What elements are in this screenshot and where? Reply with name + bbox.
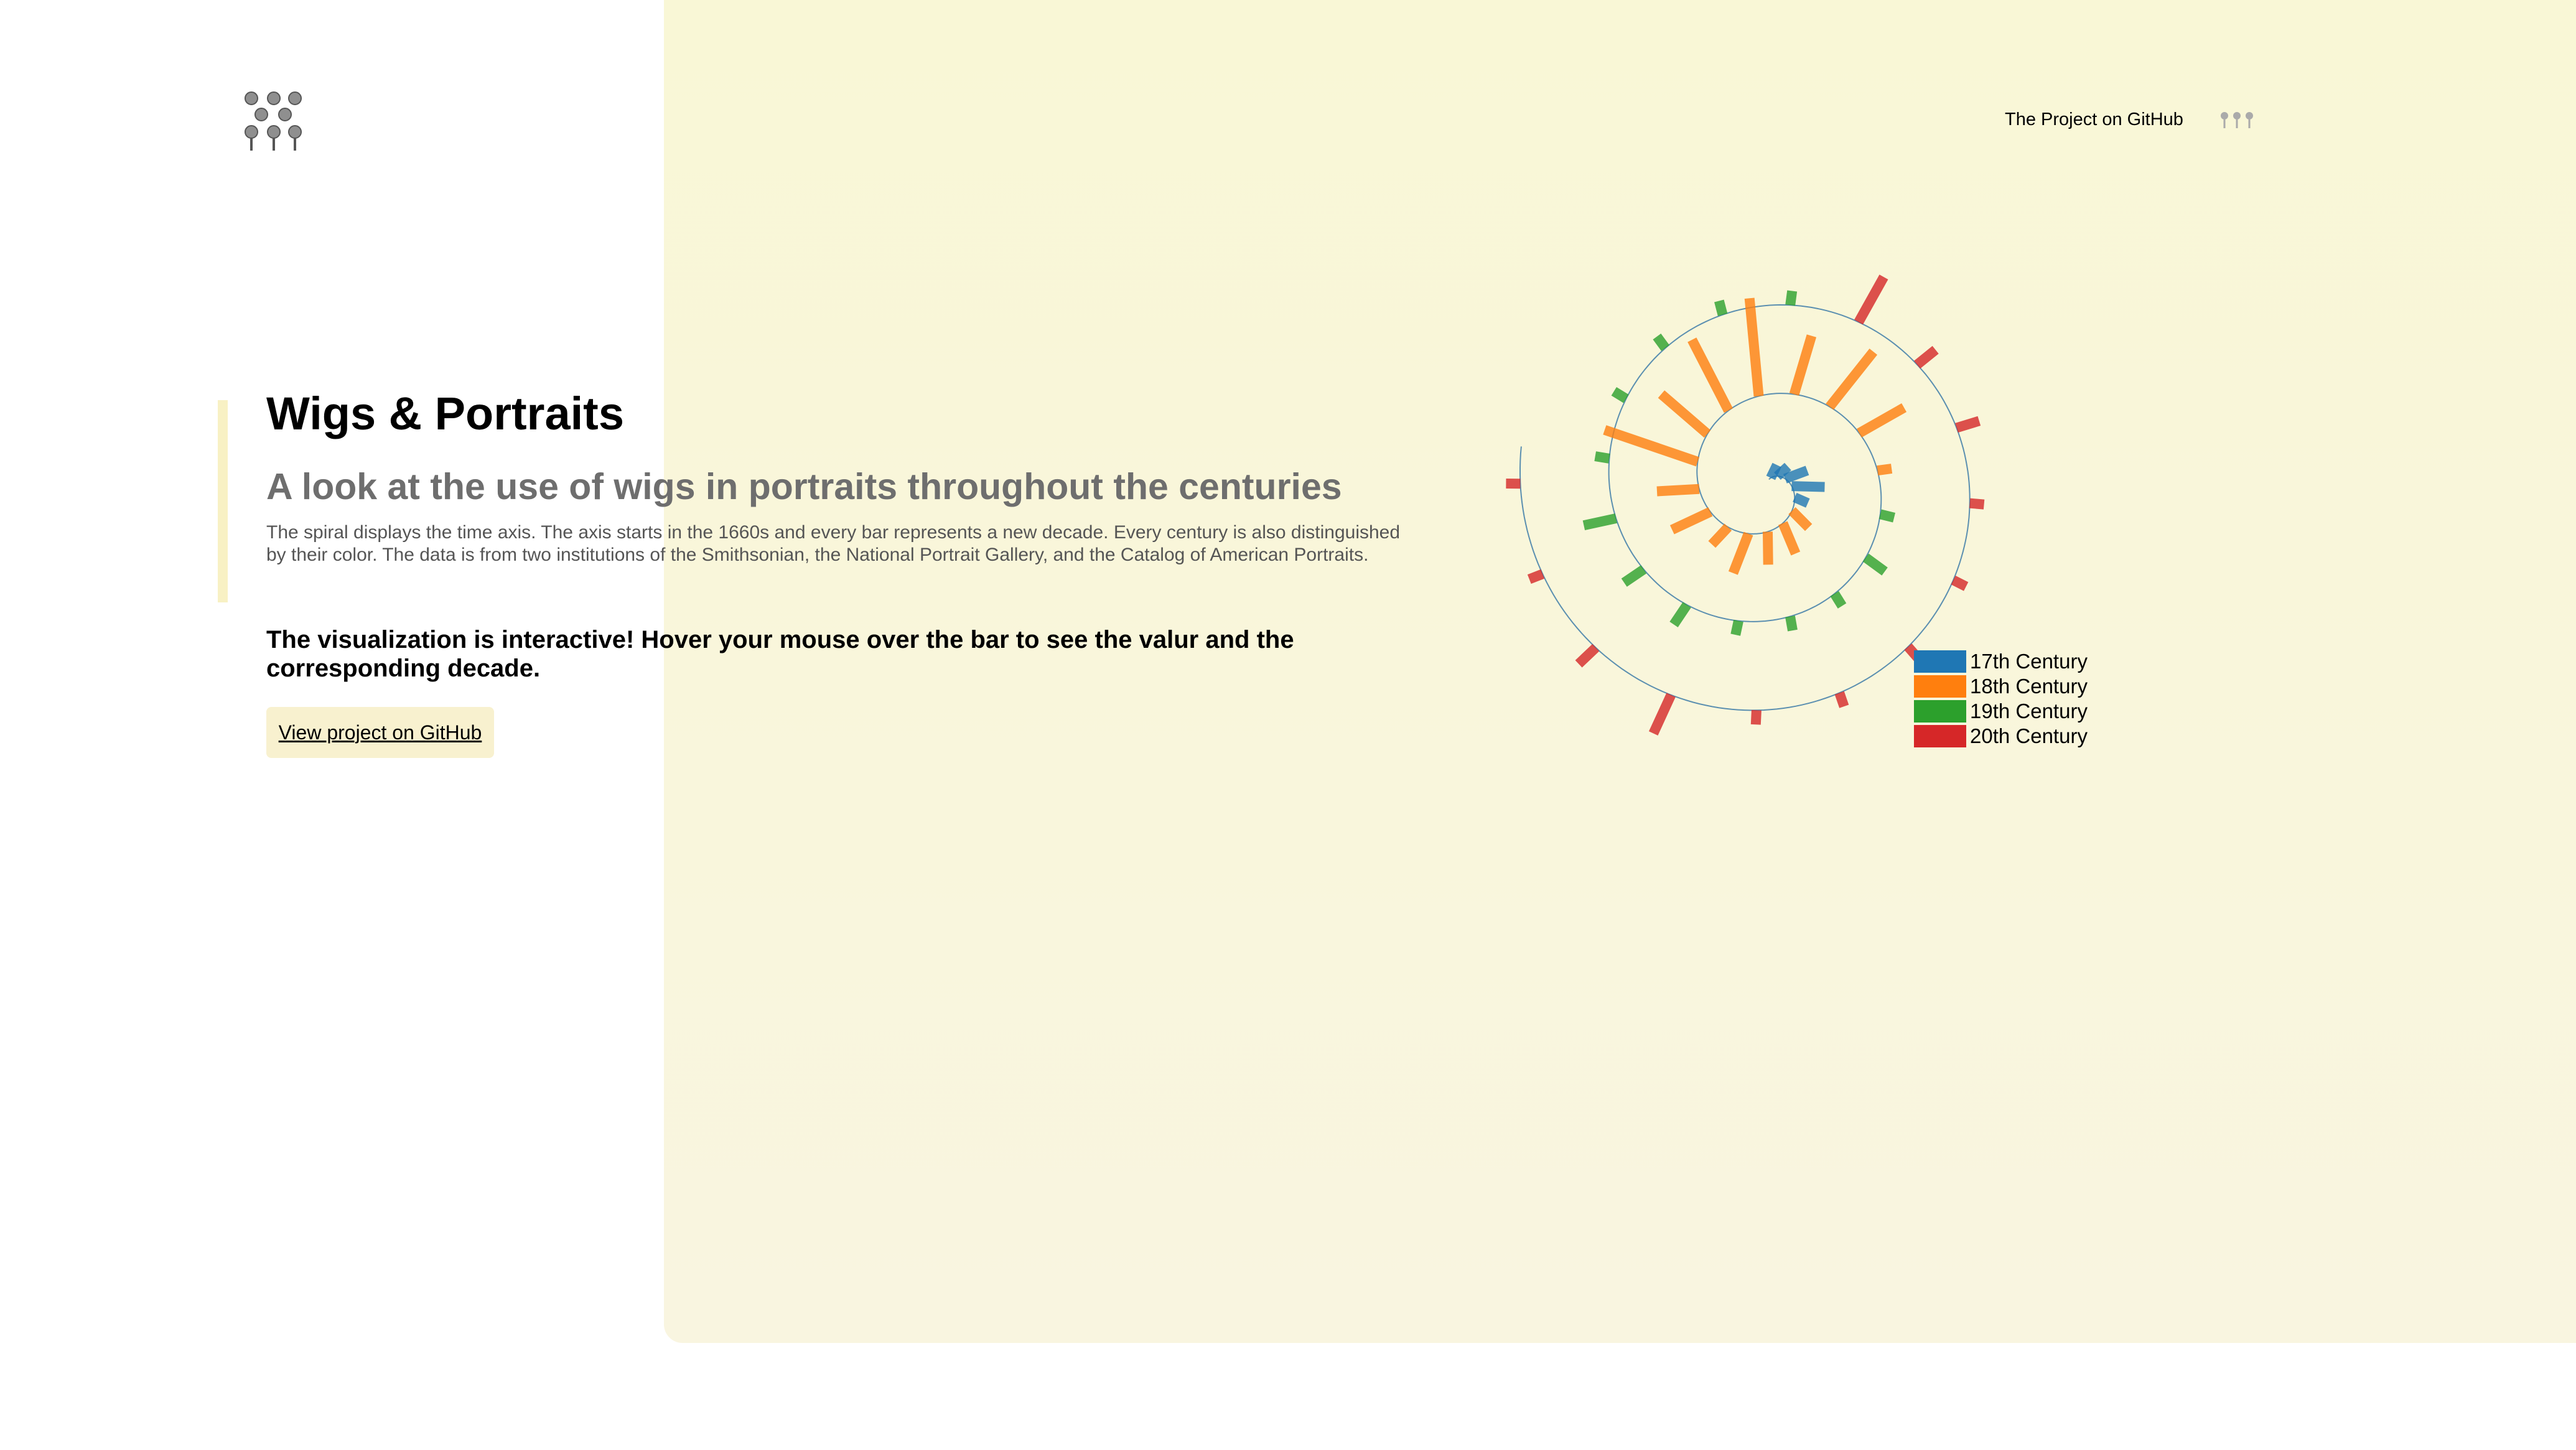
spiral-bar[interactable]	[1857, 403, 1907, 437]
legend-item-20th: 20th Century	[1914, 724, 2088, 749]
spiral-bar[interactable]	[1788, 507, 1813, 531]
legend-swatch	[1914, 725, 1966, 747]
wig-heads-icon	[2220, 112, 2253, 128]
page-title: Wigs & Portraits	[266, 388, 624, 439]
spiral-bar[interactable]	[1728, 531, 1753, 575]
spiral-bar[interactable]	[1594, 451, 1610, 464]
spiral-bar[interactable]	[1669, 602, 1691, 627]
legend-label: 18th Century	[1970, 675, 2088, 698]
header-nav: The Project on GitHub	[2005, 107, 2256, 132]
legend-label: 19th Century	[1970, 699, 2088, 723]
view-github-button[interactable]: View project on GitHub	[266, 707, 494, 758]
page-description: The spiral displays the time axis. The a…	[266, 522, 1401, 565]
spiral-bar[interactable]	[1969, 498, 1985, 510]
spiral-bar[interactable]	[1778, 521, 1801, 556]
spiral-bar[interactable]	[1744, 297, 1764, 397]
spiral-bar[interactable]	[1648, 693, 1676, 736]
spiral-bar[interactable]	[1527, 569, 1545, 584]
legend-item-19th: 19th Century	[1914, 699, 2088, 724]
spiral-bar[interactable]	[1834, 691, 1849, 708]
intro-accent-bar	[218, 400, 228, 602]
spiral-bar[interactable]	[1621, 565, 1647, 587]
spiral-bar[interactable]	[1791, 481, 1825, 492]
spiral-bar[interactable]	[1951, 575, 1969, 591]
spiral-bar[interactable]	[1955, 416, 1981, 433]
page-subtitle: A look at the use of wigs in portraits t…	[266, 466, 1342, 507]
spiral-bar[interactable]	[1708, 523, 1732, 548]
spiral-bar[interactable]	[1714, 299, 1728, 316]
spiral-bar[interactable]	[1730, 619, 1743, 636]
spiral-bar[interactable]	[1575, 643, 1600, 668]
legend-item-17th: 17th Century	[1914, 649, 2088, 674]
spiral-bar[interactable]	[1785, 615, 1798, 632]
spiral-bar[interactable]	[1793, 492, 1810, 508]
spiral-bar[interactable]	[1830, 591, 1847, 609]
spiral-bar[interactable]	[1669, 507, 1713, 535]
spiral-bar[interactable]	[1878, 509, 1896, 523]
legend-swatch	[1914, 700, 1966, 723]
spiral-bar[interactable]	[1862, 553, 1888, 576]
spiral-bar[interactable]	[1854, 274, 1888, 325]
legend-item-18th: 18th Century	[1914, 674, 2088, 699]
spiral-bar[interactable]	[1611, 386, 1629, 403]
spiral-bars-group	[1506, 274, 1985, 736]
legend-swatch	[1914, 675, 1966, 698]
project-github-link[interactable]: The Project on GitHub	[2005, 110, 2183, 130]
spiral-bar[interactable]	[1750, 709, 1762, 725]
interactive-note: The visualization is interactive! Hover …	[266, 626, 1294, 682]
legend-label: 20th Century	[1970, 724, 2088, 747]
wig-portraits-logo-icon[interactable]	[241, 88, 306, 153]
spiral-bar[interactable]	[1656, 484, 1700, 497]
chart-legend: 17th Century 18th Century 19th Century 2…	[1914, 649, 2088, 749]
legend-swatch	[1914, 650, 1966, 673]
spiral-bar[interactable]	[1687, 337, 1734, 413]
spiral-bar[interactable]	[1582, 513, 1617, 531]
spiral-bar[interactable]	[1826, 348, 1878, 410]
legend-label: 17th Century	[1970, 650, 2088, 673]
spiral-bar[interactable]	[1789, 334, 1817, 396]
spiral-bar[interactable]	[1653, 334, 1669, 352]
spiral-bar[interactable]	[1914, 345, 1939, 369]
spiral-bar[interactable]	[1603, 425, 1699, 467]
spiral-bar[interactable]	[1877, 464, 1893, 476]
spiral-bar[interactable]	[1658, 390, 1711, 438]
spiral-bar[interactable]	[1785, 290, 1798, 306]
